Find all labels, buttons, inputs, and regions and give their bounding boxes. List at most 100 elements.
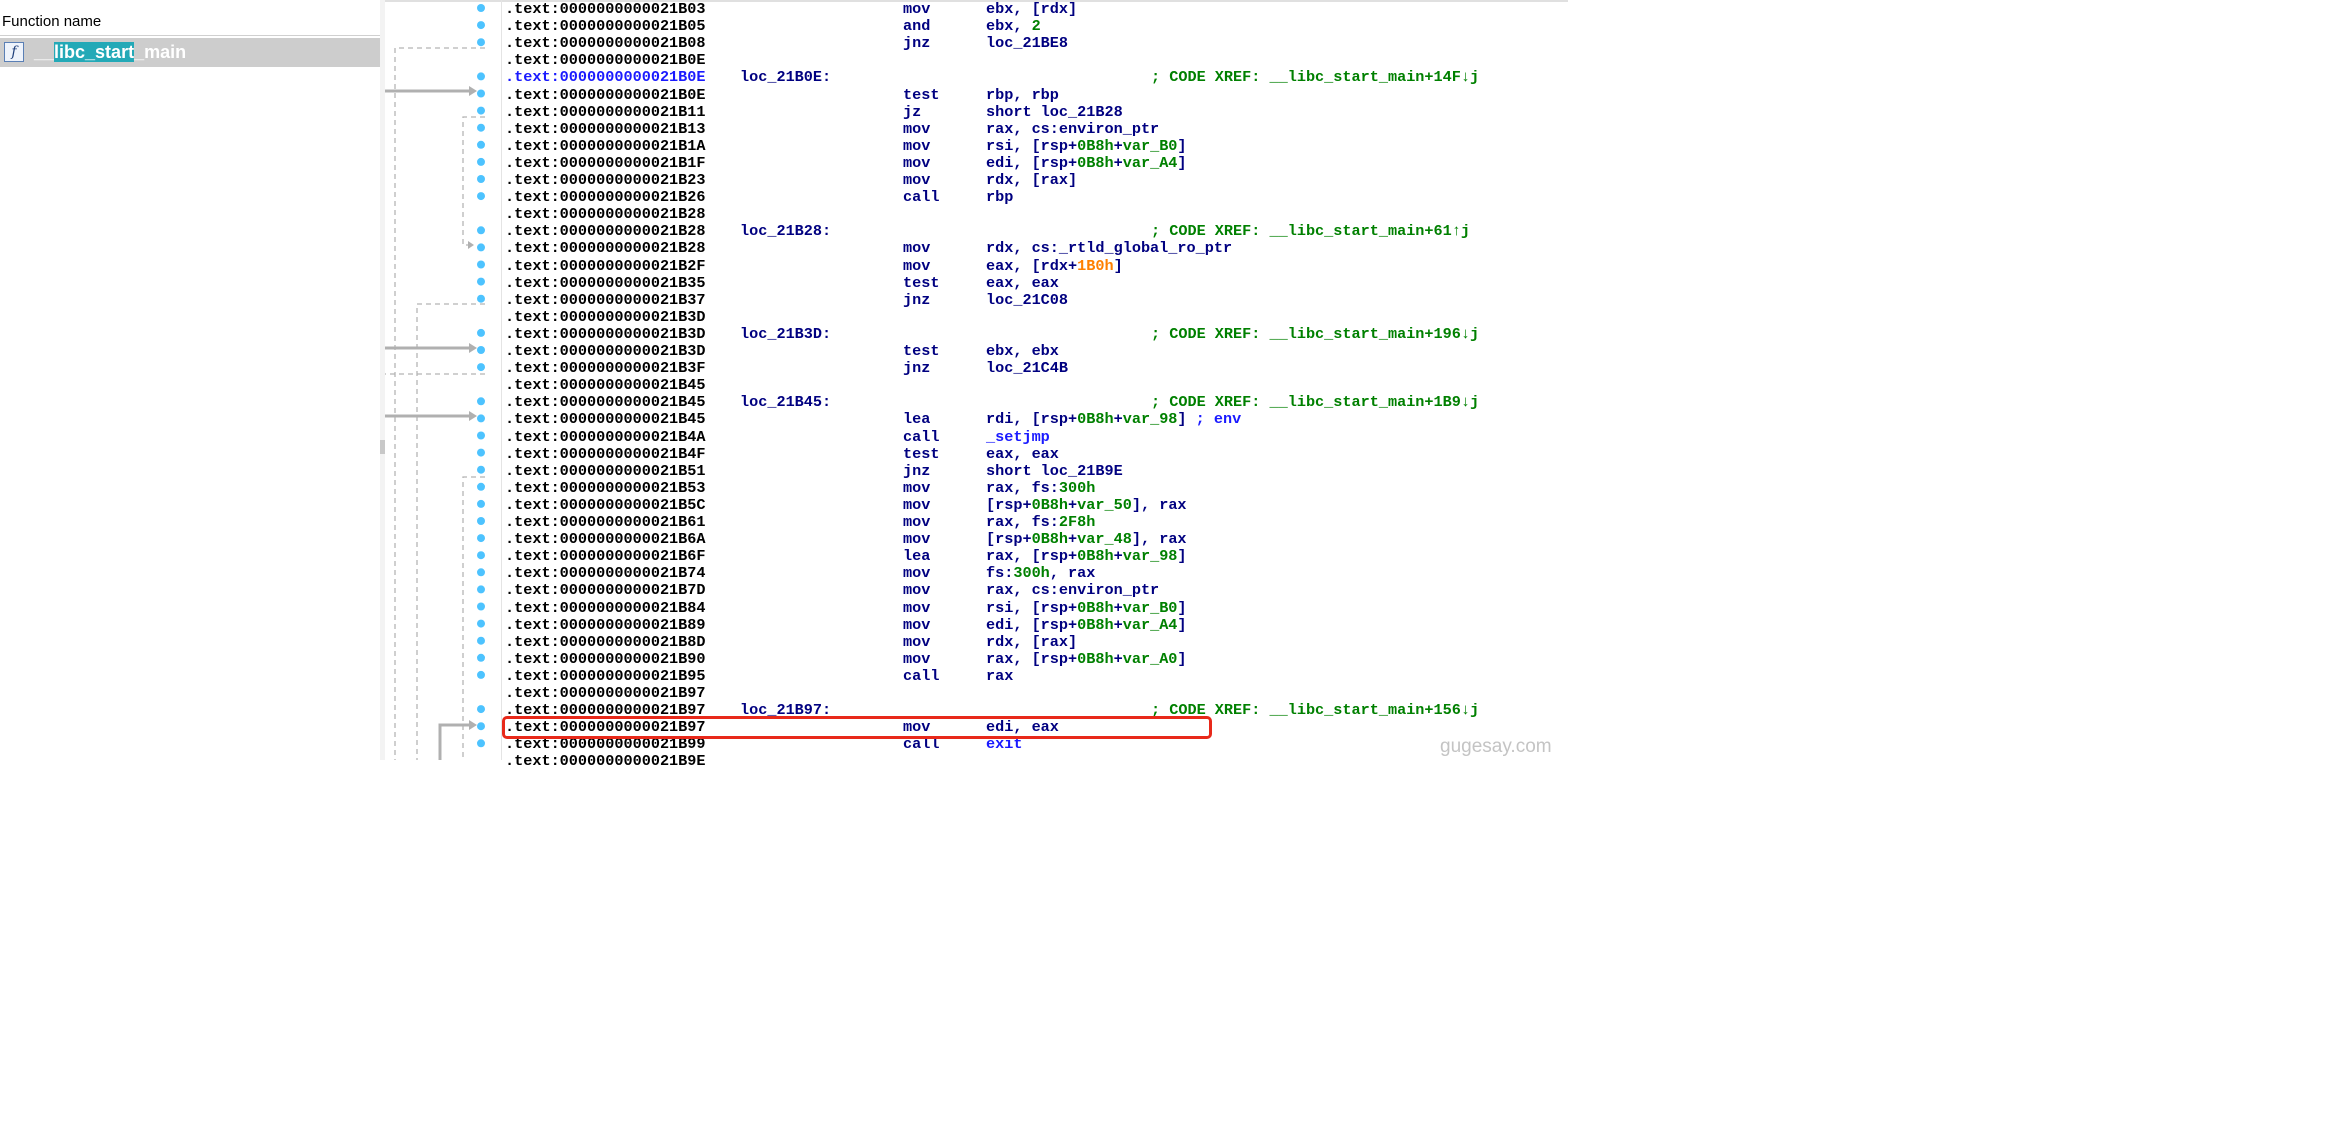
address[interactable]: .text:0000000000021B0E — [505, 52, 706, 69]
address[interactable]: .text:0000000000021B6F — [505, 548, 706, 565]
mnemonic[interactable]: mov — [903, 154, 930, 172]
breakpoint-dot[interactable] — [477, 38, 485, 47]
mnemonic[interactable]: mov — [903, 137, 930, 155]
operands[interactable]: loc_21BE8 — [986, 35, 1068, 52]
address[interactable]: .text:0000000000021B61 — [505, 514, 706, 531]
address[interactable]: .text:0000000000021B26 — [505, 189, 706, 206]
operands[interactable]: rax, fs:300h — [986, 479, 1095, 497]
breakpoint-dot[interactable] — [477, 140, 485, 149]
operands[interactable]: rdx, [rax] — [986, 172, 1077, 189]
address[interactable]: .text:0000000000021B95 — [505, 667, 706, 685]
operands[interactable]: loc_21C4B — [986, 360, 1068, 377]
code-label[interactable]: loc_21B3D: — [740, 325, 831, 343]
address[interactable]: .text:0000000000021B7D — [505, 582, 706, 599]
breakpoint-dot[interactable] — [477, 123, 485, 132]
address[interactable]: .text:0000000000021B4F — [505, 445, 706, 463]
address[interactable]: .text:0000000000021B2F — [505, 257, 706, 275]
address[interactable]: .text:0000000000021B6A — [505, 531, 706, 548]
breakpoint-dot[interactable] — [477, 363, 485, 372]
address[interactable]: .text:0000000000021B23 — [505, 172, 706, 189]
mnemonic[interactable]: call — [903, 189, 939, 206]
address[interactable]: .text:0000000000021B08 — [505, 35, 706, 52]
address[interactable]: .text:0000000000021B3D — [505, 325, 706, 343]
mnemonic[interactable]: mov — [903, 531, 930, 548]
mnemonic[interactable]: mov — [903, 582, 930, 599]
mnemonic[interactable]: test — [903, 86, 939, 104]
address[interactable]: .text:0000000000021B5C — [505, 496, 706, 514]
address[interactable]: .text:0000000000021B0E — [505, 69, 706, 86]
function-name[interactable]: __libc_start_main — [34, 38, 186, 67]
breakpoint-dot[interactable] — [477, 534, 485, 543]
breakpoint-dot[interactable] — [477, 226, 485, 235]
mnemonic[interactable]: jnz — [903, 462, 930, 480]
breakpoint-dot[interactable] — [477, 517, 485, 525]
operands[interactable]: rax, cs:environ_ptr — [986, 582, 1159, 599]
breakpoint-dot[interactable] — [477, 277, 485, 286]
code-label[interactable]: loc_21B45: — [740, 394, 831, 411]
breakpoint-dot[interactable] — [477, 346, 485, 354]
operands[interactable]: ebx, [rdx] — [986, 1, 1077, 18]
mnemonic[interactable]: mov — [903, 172, 930, 189]
xref-comment[interactable]: ; CODE XREF: __libc_start_main+1B9↓j — [1151, 394, 1479, 411]
address[interactable]: .text:0000000000021B35 — [505, 274, 706, 292]
address[interactable]: .text:0000000000021B97 — [505, 685, 706, 702]
operands[interactable]: eax, eax — [986, 274, 1059, 292]
mnemonic[interactable]: jnz — [903, 291, 930, 309]
code-label[interactable]: loc_21B28: — [740, 223, 831, 240]
breakpoint-dot[interactable] — [477, 619, 485, 628]
operands[interactable]: rax, [rsp+0B8h+var_A0] — [986, 650, 1187, 668]
operands[interactable]: short loc_21B28 — [986, 103, 1123, 121]
operands[interactable]: rax — [986, 667, 1013, 685]
breakpoint-dot[interactable] — [477, 72, 485, 81]
breakpoint-dot[interactable] — [477, 551, 485, 560]
breakpoint-dot[interactable] — [477, 568, 485, 577]
address[interactable]: .text:0000000000021B1A — [505, 137, 706, 155]
breakpoint-dot[interactable] — [477, 670, 485, 679]
breakpoint-dot[interactable] — [477, 448, 485, 457]
breakpoint-dot[interactable] — [477, 653, 485, 662]
operands[interactable]: rdx, cs:_rtld_global_ro_ptr — [986, 240, 1232, 257]
breakpoint-dot[interactable] — [477, 243, 485, 252]
function-name-column-header[interactable]: Function name — [0, 8, 380, 36]
address[interactable]: .text:0000000000021B90 — [505, 650, 706, 668]
address[interactable]: .text:0000000000021B28 — [505, 206, 706, 223]
breakpoint-dot[interactable] — [477, 175, 485, 183]
breakpoint-dot[interactable] — [477, 157, 485, 166]
operands[interactable]: rdx, [rax] — [986, 633, 1077, 651]
breakpoint-dot[interactable] — [477, 636, 485, 645]
operands[interactable]: short loc_21B9E — [986, 462, 1123, 480]
address[interactable]: .text:0000000000021B1F — [505, 154, 706, 172]
breakpoint-dot[interactable] — [477, 499, 485, 508]
breakpoint-dot[interactable] — [477, 21, 485, 30]
operands[interactable]: eax, [rdx+1B0h] — [986, 257, 1123, 275]
address[interactable]: .text:0000000000021B84 — [505, 599, 706, 617]
mnemonic[interactable]: mov — [903, 1, 930, 18]
operands[interactable]: ebx, ebx — [986, 343, 1059, 360]
mnemonic[interactable]: test — [903, 343, 939, 360]
xref-comment[interactable]: ; CODE XREF: __libc_start_main+196↓j — [1151, 325, 1479, 343]
mnemonic[interactable]: mov — [903, 257, 930, 275]
breakpoint-dot[interactable] — [477, 414, 485, 423]
mnemonic[interactable]: mov — [903, 650, 930, 668]
operands[interactable]: rsi, [rsp+0B8h+var_B0] — [986, 599, 1187, 617]
address[interactable]: .text:0000000000021B4A — [505, 428, 706, 446]
breakpoint-dot[interactable] — [477, 294, 485, 303]
mnemonic[interactable]: mov — [903, 599, 930, 617]
mnemonic[interactable]: lea — [903, 411, 930, 428]
operands[interactable]: rax, fs:2F8h — [986, 514, 1095, 531]
address[interactable]: .text:0000000000021B8D — [505, 633, 706, 651]
mnemonic[interactable]: mov — [903, 565, 930, 582]
address[interactable]: .text:0000000000021B45 — [505, 411, 706, 428]
mnemonic[interactable]: mov — [903, 240, 930, 257]
code-label[interactable]: loc_21B0E: — [740, 69, 831, 86]
mnemonic[interactable]: call — [903, 428, 939, 446]
breakpoint-dot[interactable] — [477, 722, 485, 731]
address[interactable]: .text:0000000000021B03 — [505, 1, 706, 18]
operands[interactable]: eax, eax — [986, 445, 1059, 463]
address[interactable]: .text:0000000000021B13 — [505, 120, 706, 138]
breakpoint-dot[interactable] — [477, 482, 485, 491]
mnemonic[interactable]: test — [903, 445, 939, 463]
mnemonic[interactable]: mov — [903, 496, 930, 514]
mnemonic[interactable]: mov — [903, 633, 930, 651]
mnemonic[interactable]: mov — [903, 479, 930, 497]
